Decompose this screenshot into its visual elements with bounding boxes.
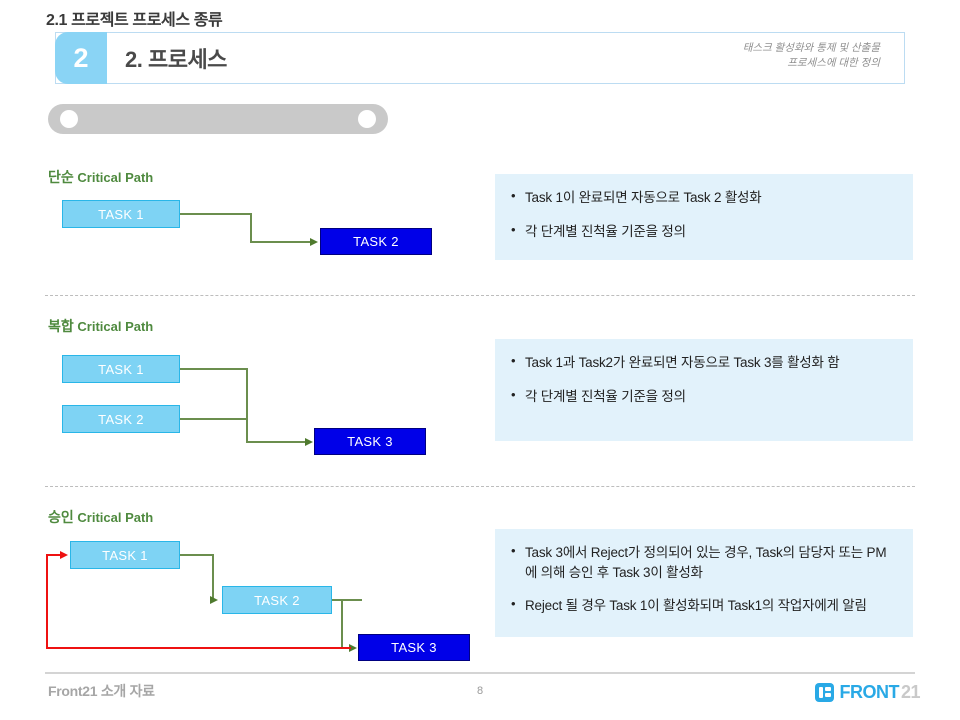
- block-label-composite-en: Critical Path: [77, 319, 154, 334]
- callout-simple-list: Task 1이 완료되면 자동으로 Task 2 활성화 각 단계별 진척율 기…: [509, 187, 893, 242]
- section-bar-dot-right-icon: [358, 110, 376, 128]
- callout-simple-item-2: 각 단계별 진척율 기준을 정의: [509, 221, 893, 242]
- callout-composite-list: Task 1과 Task2가 완료되면 자동으로 Task 3를 활성화 함 각…: [509, 352, 893, 407]
- callout-composite-item-2: 각 단계별 진척율 기준을 정의: [509, 386, 893, 407]
- callout-approval-item-2: Reject 될 경우 Task 1이 활성화되며 Task1의 작업자에게 알…: [509, 595, 893, 616]
- connector-reject-h1: [46, 647, 351, 649]
- front21-logo-mark-icon: [815, 683, 835, 702]
- task-box-simple-task1[interactable]: TASK 1: [62, 200, 180, 228]
- connector-composite-v1: [246, 368, 248, 442]
- connector-simple-h1: [180, 213, 250, 215]
- connector-composite-h2: [180, 418, 247, 420]
- separator-1: [45, 295, 915, 296]
- footer-divider: [45, 672, 915, 674]
- connector-simple-arrowhead-icon: [310, 237, 318, 246]
- callout-approval-item-1: Task 3에서 Reject가 정의되어 있는 경우, Task의 담당자 또…: [509, 542, 893, 582]
- connector-approval-v1: [212, 554, 214, 600]
- front21-logo-suffix-text: 21: [900, 682, 921, 702]
- connector-approval-h1: [180, 554, 214, 556]
- separator-2: [45, 486, 915, 487]
- header-note-line-2: 프로세스에 대한 정의: [787, 57, 880, 70]
- task-box-simple-task2[interactable]: TASK 2: [320, 228, 432, 255]
- block-label-simple: 단순 Critical Path: [48, 167, 153, 187]
- block-label-approval: 승인 Critical Path: [48, 507, 153, 527]
- task-box-approval-task2[interactable]: TASK 2: [222, 586, 332, 614]
- slide-number-badge: 2: [55, 32, 107, 84]
- connector-reject-v1: [46, 554, 48, 648]
- connector-approval-v2: [341, 599, 343, 648]
- section-bar-dot-left-icon: [60, 110, 78, 128]
- callout-approval: Task 3에서 Reject가 정의되어 있는 경우, Task의 담당자 또…: [495, 529, 913, 637]
- header-note: 태스크 활성화와 통제 및 산출물 프로세스에 대한 정의: [743, 41, 880, 71]
- connector-composite-h3: [246, 441, 306, 443]
- connector-reject-arrowhead-icon: [60, 550, 68, 559]
- task-box-composite-task1[interactable]: TASK 1: [62, 355, 180, 383]
- connector-composite-h1: [180, 368, 247, 370]
- callout-simple: Task 1이 완료되면 자동으로 Task 2 활성화 각 단계별 진척율 기…: [495, 174, 913, 260]
- block-label-approval-kr: 승인: [48, 509, 74, 525]
- task-box-approval-task3[interactable]: TASK 3: [358, 634, 470, 661]
- front21-logo: FRONT 21: [815, 682, 921, 703]
- task-box-composite-task2[interactable]: TASK 2: [62, 405, 180, 433]
- callout-simple-item-1: Task 1이 완료되면 자동으로 Task 2 활성화: [509, 187, 893, 208]
- callout-composite: Task 1과 Task2가 완료되면 자동으로 Task 3를 활성화 함 각…: [495, 339, 913, 441]
- connector-composite-arrowhead-icon: [305, 437, 313, 446]
- callout-composite-item-1: Task 1과 Task2가 완료되면 자동으로 Task 3를 활성화 함: [509, 352, 893, 373]
- section-bar-label: 2.1 프로젝트 프로세스 종류: [46, 12, 223, 29]
- callout-approval-list: Task 3에서 Reject가 정의되어 있는 경우, Task의 담당자 또…: [509, 542, 893, 616]
- connector-approval-h3: [332, 599, 362, 601]
- header-note-line-1: 태스크 활성화와 통제 및 산출물: [742, 42, 880, 54]
- block-label-composite: 복합 Critical Path: [48, 316, 153, 336]
- front21-logo-front-text: FRONT: [839, 682, 899, 702]
- section-bar: [48, 104, 388, 134]
- block-label-approval-en: Critical Path: [77, 510, 154, 525]
- task-box-composite-task3[interactable]: TASK 3: [314, 428, 426, 455]
- task-box-approval-task1[interactable]: TASK 1: [70, 541, 180, 569]
- block-label-simple-en: Critical Path: [77, 170, 154, 185]
- block-label-composite-kr: 복합: [48, 318, 74, 334]
- connector-simple-h2: [250, 241, 312, 243]
- connector-approval-arrowhead-1-icon: [210, 595, 218, 604]
- page-title: 2. 프로세스: [125, 47, 227, 72]
- block-label-simple-kr: 단순: [48, 169, 74, 185]
- connector-simple-v1: [250, 213, 252, 242]
